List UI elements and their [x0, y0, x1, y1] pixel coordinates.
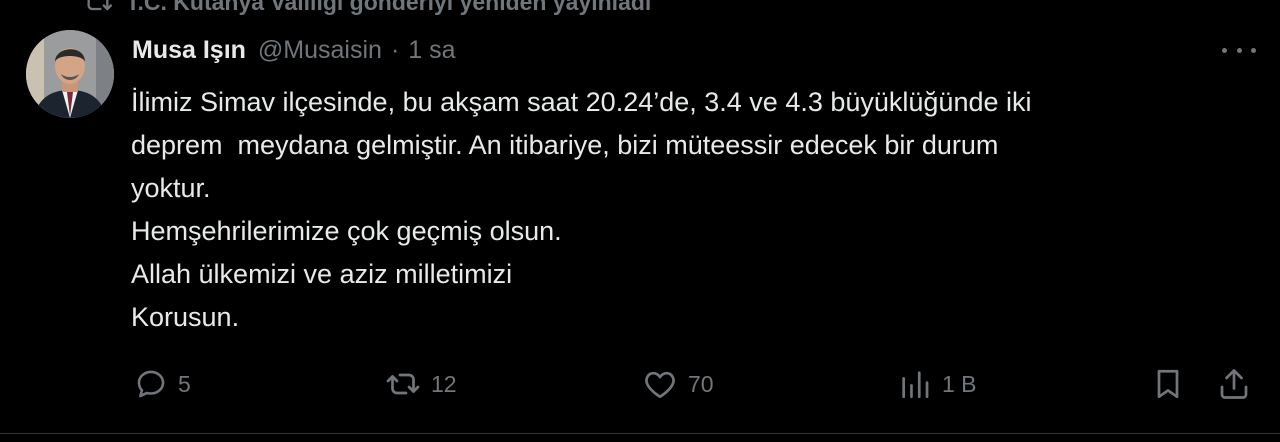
tweet-text: İlimiz Simav ilçesinde, bu akşam saat 20…: [131, 81, 1241, 339]
tweet-actions: 5 12 70 1 B: [0, 362, 1280, 406]
tweet-text-line: Hemşehrilerimize çok geçmiş olsun.: [131, 216, 562, 246]
repost-indicator-text: T.C. Kütahya Valiliği gönderiyi yeniden …: [126, 0, 652, 15]
reply-button[interactable]: 5: [134, 362, 191, 406]
more-dot: [1251, 47, 1256, 53]
more-options-button[interactable]: [1222, 38, 1256, 62]
tweet-header: Musa Işın @Musaisin · 1 sa: [132, 33, 456, 67]
bookmark-button[interactable]: [1150, 362, 1186, 406]
repost-count: 12: [431, 370, 457, 397]
like-button[interactable]: 70: [642, 362, 714, 406]
author-handle[interactable]: @Musaisin: [258, 36, 382, 65]
views-button[interactable]: 1 B: [898, 362, 977, 406]
more-dot: [1236, 47, 1242, 53]
reply-count: 5: [178, 370, 191, 397]
tweet-divider: [0, 433, 1280, 434]
views-icon: [898, 367, 932, 401]
repost-icon: [84, 0, 112, 16]
like-count: 70: [688, 370, 714, 397]
avatar[interactable]: [26, 30, 114, 118]
tweet-text-line: İlimiz Simav ilçesinde, bu akşam saat 20…: [131, 87, 1032, 117]
tweet-text-line: yoktur.: [131, 173, 211, 203]
tweet-text-line: Allah ülkemizi ve aziz milletimizi: [131, 259, 513, 289]
repost-indicator[interactable]: T.C. Kütahya Valiliği gönderiyi yeniden …: [84, 0, 651, 16]
share-icon: [1216, 366, 1252, 402]
like-icon: [642, 366, 678, 402]
share-button[interactable]: [1216, 362, 1252, 406]
tweet-text-line: Korusun.: [131, 302, 240, 332]
bookmark-icon: [1150, 366, 1186, 402]
separator-dot: ·: [390, 35, 400, 64]
repost-icon: [385, 366, 421, 402]
author-display-name[interactable]: Musa Işın: [132, 36, 246, 65]
tweet-timestamp[interactable]: 1 sa: [408, 36, 455, 65]
tweet-text-line: deprem meydana gelmiştir. An itibariye, …: [131, 130, 999, 160]
reply-icon: [134, 367, 168, 401]
repost-button[interactable]: 12: [385, 362, 457, 406]
avatar-photo-icon: [26, 30, 114, 118]
more-dot: [1222, 47, 1227, 53]
views-count: 1 B: [942, 370, 977, 397]
